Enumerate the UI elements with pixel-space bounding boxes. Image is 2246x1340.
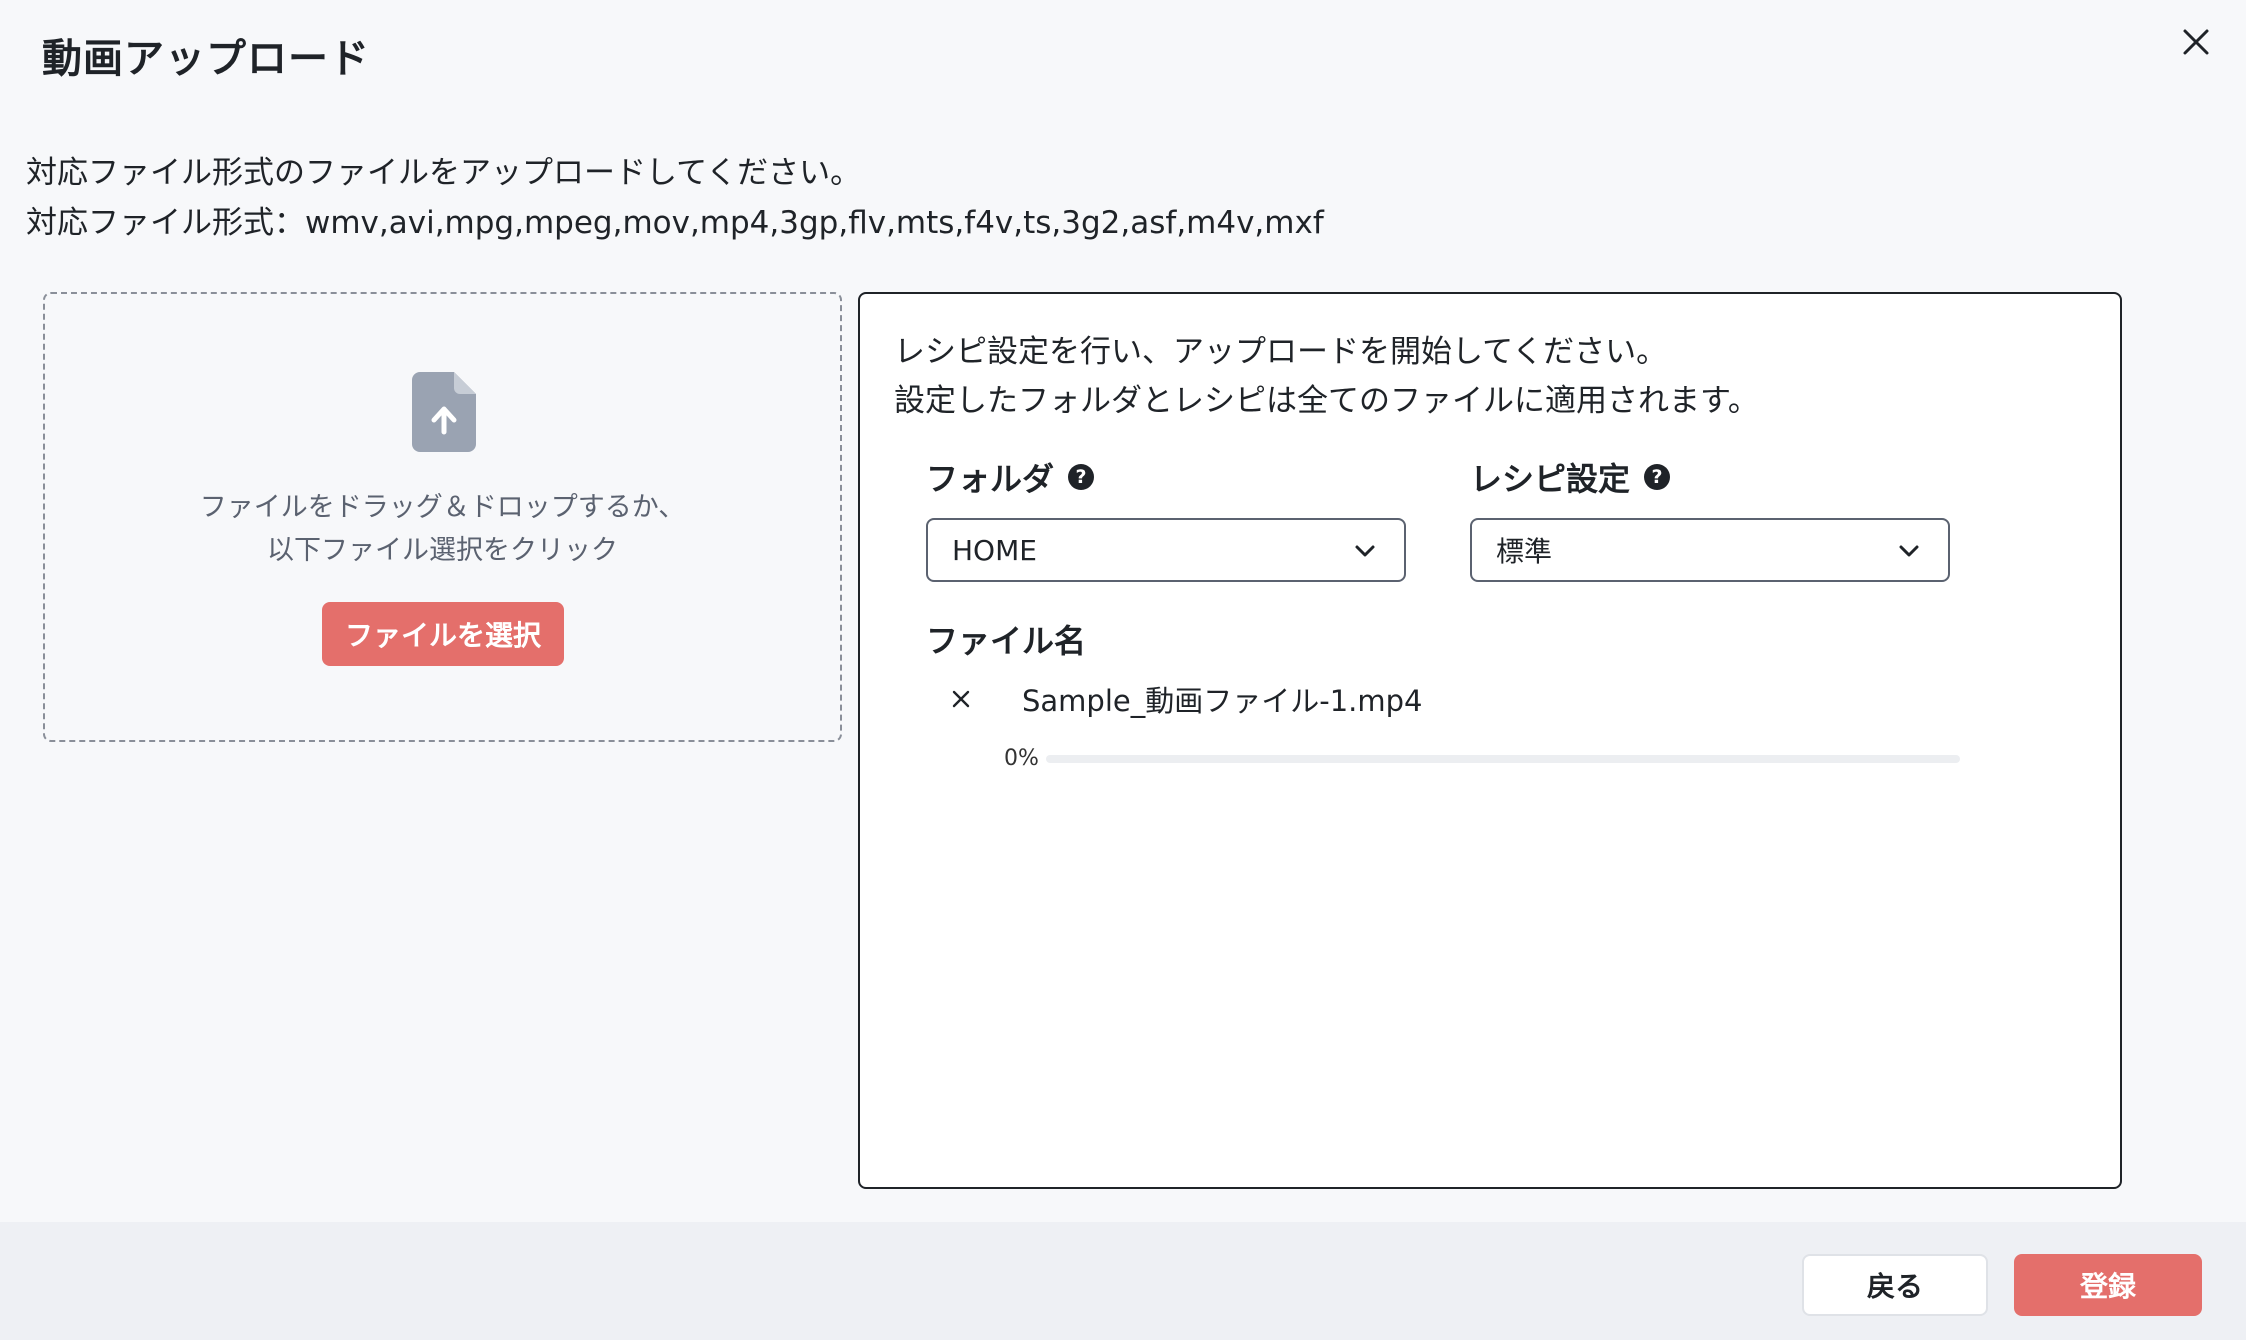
chevron-down-icon (1899, 545, 1919, 557)
settings-desc-line-2: 設定したフォルダとレシピは全てのファイルに適用されます。 (894, 383, 1759, 419)
file-name: Sample_動画ファイル-1.mp4 (1022, 684, 1423, 718)
list-item: Sample_動画ファイル-1.mp4 (946, 678, 1422, 720)
dialog-footer: 戻る 登録 (0, 1222, 2246, 1340)
progress-bar (1046, 754, 1960, 763)
dropzone-text-line-2: 以下ファイル選択をクリック (267, 535, 618, 566)
close-icon (952, 690, 970, 708)
close-icon (2183, 29, 2209, 55)
dropzone-text-line-1: ファイルをドラッグ＆ドロップするか、 (199, 492, 686, 523)
intro-description: 対応ファイル形式のファイルをアップロードしてください。 対応ファイル形式：wmv… (26, 148, 1324, 248)
progress-percent: 0% (1004, 746, 1039, 771)
upload-progress: 0% (1004, 746, 1960, 771)
remove-file-button[interactable] (946, 684, 976, 714)
folder-select[interactable]: HOME (926, 518, 1406, 582)
recipe-select[interactable]: 標準 (1470, 518, 1950, 582)
back-button[interactable]: 戻る (1802, 1254, 1988, 1316)
file-dropzone[interactable]: ファイルをドラッグ＆ドロップするか、 以下ファイル選択をクリック ファイルを選択 (43, 292, 842, 742)
recipe-settings-panel: レシピ設定を行い、アップロードを開始してください。 設定したフォルダとレシピは全… (858, 292, 2122, 1189)
chevron-down-icon (1355, 545, 1375, 557)
recipe-label: レシピ設定 (1470, 460, 1631, 498)
close-button[interactable] (2172, 18, 2220, 66)
intro-line-1: 対応ファイル形式のファイルをアップロードしてください。 (26, 155, 862, 191)
folder-label-group: フォルダ ? (926, 454, 1095, 500)
help-icon[interactable]: ? (1068, 464, 1095, 490)
help-icon[interactable]: ? (1644, 464, 1671, 490)
recipe-select-value: 標準 (1496, 535, 1553, 568)
register-button[interactable]: 登録 (2014, 1254, 2202, 1316)
folder-select-value: HOME (952, 533, 1037, 567)
file-upload-icon (412, 372, 476, 452)
file-name-label: ファイル名 (926, 622, 1087, 660)
choose-file-button[interactable]: ファイルを選択 (322, 602, 564, 666)
recipe-label-group: レシピ設定 ? (1470, 454, 1671, 500)
supported-formats: 対応ファイル形式：wmv,avi,mpg,mpeg,mov,mp4,3gp,fl… (26, 205, 1324, 241)
settings-desc-line-1: レシピ設定を行い、アップロードを開始してください。 (894, 334, 1668, 370)
file-name-heading: ファイル名 (926, 616, 1086, 662)
upload-dialog: 動画アップロード 対応ファイル形式のファイルをアップロードしてください。 対応フ… (0, 0, 2246, 1340)
settings-description: レシピ設定を行い、アップロードを開始してください。 設定したフォルダとレシピは全… (894, 328, 1759, 426)
dropzone-instructions: ファイルをドラッグ＆ドロップするか、 以下ファイル選択をクリック (45, 486, 840, 572)
dialog-title: 動画アップロード (42, 36, 370, 82)
folder-label: フォルダ (926, 460, 1055, 498)
